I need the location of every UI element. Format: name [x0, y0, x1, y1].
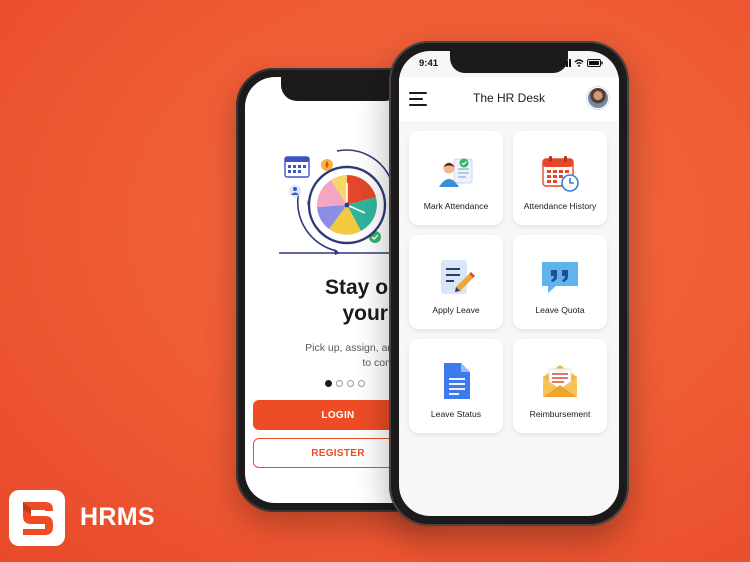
feature-grid: Mark Attendance Attendance History Apply… — [409, 131, 607, 433]
app-title: The HR Desk — [472, 91, 546, 105]
signal-icon — [560, 59, 571, 67]
edit-document-icon — [441, 260, 475, 294]
calendar-clock-icon — [542, 156, 579, 192]
avatar[interactable] — [587, 87, 609, 109]
document-icon — [444, 363, 470, 399]
status-icons — [560, 59, 603, 67]
tile-label: Attendance History — [523, 201, 597, 211]
pagination-dot-active[interactable] — [325, 380, 332, 387]
dashboard-screen: 9:41 The HR Desk Mark Attendance Attenda… — [399, 51, 619, 516]
app-header: The HR Desk — [399, 77, 619, 121]
tile-label: Apply Leave — [432, 305, 480, 315]
task-clock-illustration-icon — [279, 149, 405, 255]
tile-label: Leave Status — [430, 409, 482, 419]
apply-leave-tile[interactable]: Apply Leave — [409, 235, 503, 329]
brand-logo — [9, 490, 65, 546]
tile-label: Reimbursement — [529, 409, 591, 419]
pagination-dot[interactable] — [347, 380, 354, 387]
wifi-icon — [574, 59, 584, 67]
phone-notch — [450, 51, 568, 73]
phone-notch — [281, 77, 401, 101]
reimbursement-tile[interactable]: Reimbursement — [513, 339, 607, 433]
mark-attendance-icon — [439, 158, 473, 187]
leave-status-tile[interactable]: Leave Status — [409, 339, 503, 433]
pagination-dot[interactable] — [336, 380, 343, 387]
brand-s-logo-icon — [23, 502, 53, 535]
envelope-icon — [543, 365, 577, 397]
tile-label: Mark Attendance — [423, 201, 489, 211]
tile-label: Leave Quota — [535, 305, 585, 315]
mark-attendance-tile[interactable]: Mark Attendance — [409, 131, 503, 225]
battery-icon — [587, 59, 603, 67]
attendance-history-tile[interactable]: Attendance History — [513, 131, 607, 225]
quote-bubble-icon — [542, 262, 578, 293]
leave-quota-tile[interactable]: Leave Quota — [513, 235, 607, 329]
dashboard-phone: 9:41 The HR Desk Mark Attendance Attenda… — [389, 41, 629, 526]
pagination-dots — [325, 380, 365, 387]
status-time: 9:41 — [419, 58, 439, 69]
brand-name: HRMS — [80, 503, 155, 531]
pagination-dot[interactable] — [358, 380, 365, 387]
